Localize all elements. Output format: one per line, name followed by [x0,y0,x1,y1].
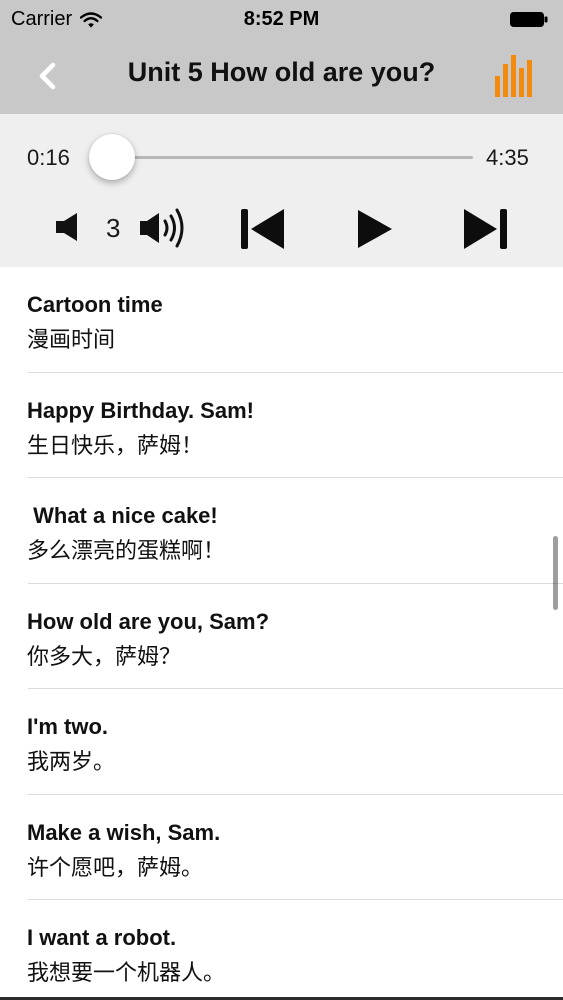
sentence-english: I want a robot. [27,925,177,950]
next-button[interactable] [462,208,508,250]
speaker-high-icon [140,208,184,248]
equalizer-icon [495,55,532,97]
app-screen: Carrier 8:52 PM Unit 5 How old are you? [0,0,563,1000]
play-icon [358,210,392,248]
page-title: Unit 5 How old are you? [127,57,436,87]
previous-button[interactable] [240,208,286,250]
sentence-chinese: 你多大，萨姆？ [27,643,182,669]
sentence-chinese: 生日快乐，萨姆！ [27,432,204,458]
list-item[interactable]: Cartoon time 漫画时间 [0,267,563,373]
sentence-english: What a nice cake! [27,503,218,528]
skip-previous-icon [241,209,284,249]
progress-slider[interactable] [89,134,473,180]
sentence-chinese: 许个愿吧，萨姆。 [27,854,204,880]
list-item[interactable]: I'm two. 我两岁。 [0,689,563,795]
back-button[interactable] [30,58,64,94]
sentence-english: Cartoon time [27,292,163,317]
sentence-chinese: 多么漂亮的蛋糕啊！ [27,538,226,563]
volume-up-button[interactable] [138,206,190,250]
sentence-chinese: 我想要一个机器人。 [27,960,226,985]
sentence-chinese: 我两岁。 [27,749,116,774]
nav-bar: Unit 5 How old are you? [0,38,563,114]
sentence-english: I'm two. [27,714,109,739]
scroll-indicator[interactable] [553,536,558,610]
list-item[interactable]: Make a wish, Sam. 许个愿吧，萨姆。 [0,795,563,900]
list-item[interactable]: What a nice cake! 多么漂亮的蛋糕啊！ [0,478,563,584]
elapsed-time: 0:16 [27,145,70,170]
sentence-chinese: 漫画时间 [27,327,116,352]
status-time: 8:52 PM [243,8,320,30]
audio-player: 0:16 4:35 3 [0,114,563,267]
sentence-list[interactable]: Cartoon time 漫画时间 Happy Birthday. Sam! 生… [0,267,563,1000]
list-item[interactable]: I want a robot. 我想要一个机器人。 [0,900,563,1000]
progress-thumb[interactable] [89,134,136,180]
sentence-english: Happy Birthday. Sam! [27,397,254,423]
volume-down-button[interactable] [54,210,82,244]
list-item[interactable]: Happy Birthday. Sam! 生日快乐，萨姆！ [0,373,563,478]
total-time: 4:35 [486,145,529,170]
skip-next-icon [464,209,507,249]
volume-level: 3 [106,213,121,243]
speaker-low-icon [56,213,77,241]
status-bar: Carrier 8:52 PM [0,0,563,38]
sentence-english: Make a wish, Sam. [27,819,221,845]
chevron-left-icon [39,62,56,90]
play-button[interactable] [356,209,394,249]
sentence-english: How old are you, Sam? [27,608,270,634]
header: Carrier 8:52 PM Unit 5 How old are you? [0,0,563,114]
equalizer-button[interactable] [494,54,536,98]
battery-icon [510,12,548,27]
list-item[interactable]: How old are you, Sam? 你多大，萨姆？ [0,584,563,689]
